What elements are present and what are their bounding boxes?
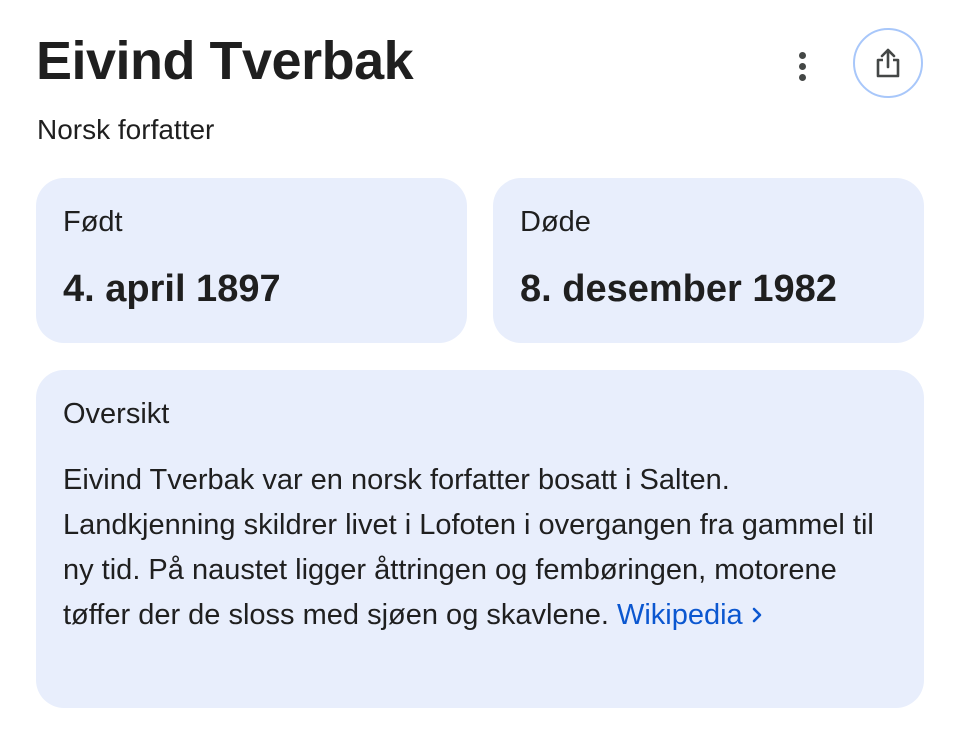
died-card: Døde 8. desember 1982 [493,178,924,343]
wikipedia-link[interactable]: Wikipedia [617,599,763,631]
born-value: 4. april 1897 [63,268,281,310]
share-icon [876,48,900,78]
more-vert-icon-dot [798,62,806,70]
knowledge-panel-header: Eivind Tverbak Norsk forfatter [36,28,924,158]
overview-text: Eivind Tverbak var en norsk forfatter bo… [63,458,898,638]
chevron-right-icon [752,607,761,623]
wikipedia-link-label: Wikipedia [616,599,743,631]
more-vert-icon-dot [798,73,806,81]
born-card: Født 4. april 1897 [36,178,467,343]
more-options-button[interactable] [782,44,822,88]
died-label: Døde [520,206,591,238]
overview-card: Oversikt Eivind Tverbak var en norsk for… [36,370,924,708]
born-label: Født [63,206,123,238]
overview-title: Oversikt [63,398,170,430]
page-title: Eivind Tverbak [36,31,414,91]
page-subtitle: Norsk forfatter [37,114,215,145]
died-value: 8. desember 1982 [520,268,837,310]
more-vert-icon [798,51,806,59]
share-button[interactable] [853,28,923,98]
